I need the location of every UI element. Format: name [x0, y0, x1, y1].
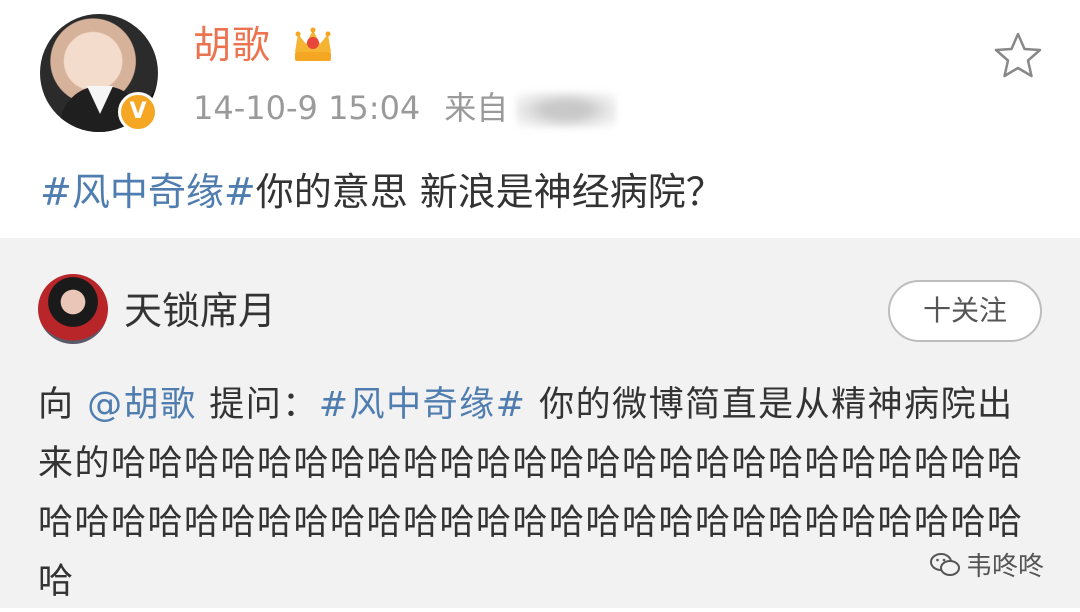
post-meta: 14-10-9 15:04 来自 [193, 86, 617, 130]
topic-link[interactable]: #风中奇缘# [40, 170, 256, 214]
post-body: 你的意思 新浪是神经病院？ [255, 170, 724, 214]
repost-username[interactable]: 天锁席月 [124, 286, 276, 336]
repost-text: 向 @胡歌 提问：#风中奇缘# 你的微博简直是从精神病院出来的哈哈哈哈哈哈哈哈哈… [38, 376, 1038, 612]
wechat-icon [930, 552, 960, 576]
follow-button[interactable]: 十关注 [888, 280, 1042, 342]
weibo-post: V 胡歌 14-10-9 15:04 来自 #风中奇缘#你的意思 新浪是神经病院？ [0, 0, 1080, 238]
post-text: #风中奇缘#你的意思 新浪是神经病院？ [40, 166, 724, 218]
reposted-card[interactable]: 天锁席月 十关注 向 @胡歌 提问：#风中奇缘# 你的微博简直是从精神病院出来的… [0, 238, 1080, 608]
post-source-prefix: 来自 [444, 89, 509, 127]
star-outline-icon[interactable] [992, 30, 1044, 82]
crown-icon [295, 27, 331, 61]
blurred-source [516, 92, 617, 128]
repost-prefix: 向 [38, 385, 88, 425]
verified-badge-icon: V [118, 92, 158, 132]
watermark: 韦咚咚 [930, 546, 1044, 583]
post-time: 14-10-9 15:04 [193, 89, 421, 127]
post-username[interactable]: 胡歌 [193, 20, 271, 70]
repost-ask: 提问： [196, 385, 319, 425]
repost-avatar[interactable] [38, 274, 108, 344]
repost-topic-link[interactable]: #风中奇缘# [319, 385, 527, 425]
watermark-text: 韦咚咚 [966, 552, 1045, 582]
mention-link[interactable]: @胡歌 [87, 385, 197, 425]
